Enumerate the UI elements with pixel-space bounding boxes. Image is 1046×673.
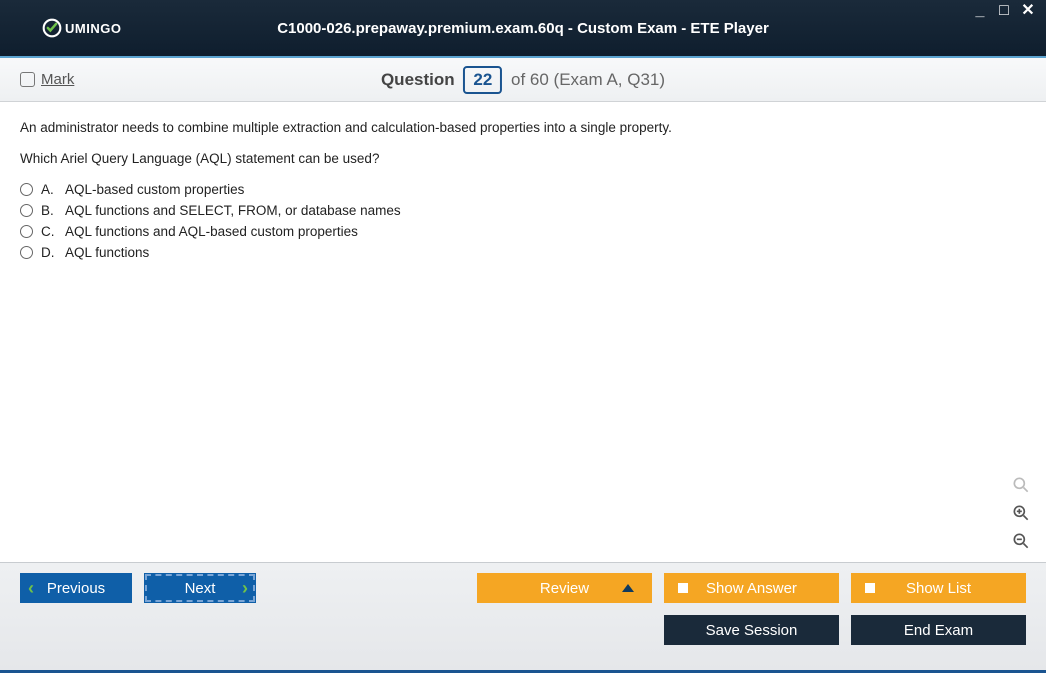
next-label: Next xyxy=(185,580,216,597)
question-text-line2: Which Ariel Query Language (AQL) stateme… xyxy=(20,151,1026,166)
answer-option[interactable]: C. AQL functions and AQL-based custom pr… xyxy=(20,224,1026,239)
show-answer-button[interactable]: Show Answer xyxy=(664,573,839,603)
answer-option[interactable]: A. AQL-based custom properties xyxy=(20,182,1026,197)
answer-option[interactable]: B. AQL functions and SELECT, FROM, or da… xyxy=(20,203,1026,218)
radio-icon[interactable] xyxy=(20,246,33,259)
mark-checkbox[interactable] xyxy=(20,72,35,87)
answer-text: AQL-based custom properties xyxy=(65,182,244,197)
question-text-line1: An administrator needs to combine multip… xyxy=(20,120,1026,135)
checkmark-icon xyxy=(42,18,62,38)
previous-button[interactable]: ‹ Previous xyxy=(20,573,132,603)
mark-label[interactable]: Mark xyxy=(41,71,74,88)
next-button[interactable]: Next › xyxy=(144,573,256,603)
answer-text: AQL functions xyxy=(65,245,149,260)
radio-icon[interactable] xyxy=(20,225,33,238)
review-button[interactable]: Review xyxy=(477,573,652,603)
answer-letter: D. xyxy=(41,245,59,260)
save-session-button[interactable]: Save Session xyxy=(664,615,839,645)
answer-letter: A. xyxy=(41,182,59,197)
zoom-out-icon[interactable] xyxy=(1010,530,1032,552)
question-number: 22 xyxy=(463,66,502,94)
answer-letter: C. xyxy=(41,224,59,239)
end-exam-button[interactable]: End Exam xyxy=(851,615,1026,645)
chevron-right-icon: › xyxy=(242,578,248,599)
question-word: Question xyxy=(381,70,455,89)
zoom-in-icon[interactable] xyxy=(1010,502,1032,524)
app-logo: UMINGO xyxy=(42,18,121,38)
show-answer-label: Show Answer xyxy=(706,580,797,597)
search-icon[interactable] xyxy=(1010,474,1032,496)
minimize-icon[interactable]: _ xyxy=(972,4,988,18)
square-icon xyxy=(865,583,875,593)
question-total: of 60 (Exam A, Q31) xyxy=(511,70,665,89)
square-icon xyxy=(678,583,688,593)
save-session-label: Save Session xyxy=(706,622,798,639)
show-list-button[interactable]: Show List xyxy=(851,573,1026,603)
window-title: C1000-026.prepaway.premium.exam.60q - Cu… xyxy=(277,20,769,37)
radio-icon[interactable] xyxy=(20,204,33,217)
radio-icon[interactable] xyxy=(20,183,33,196)
answer-letter: B. xyxy=(41,203,59,218)
question-counter: Question 22 of 60 (Exam A, Q31) xyxy=(381,66,665,94)
answer-option[interactable]: D. AQL functions xyxy=(20,245,1026,260)
close-icon[interactable]: ✕ xyxy=(1020,4,1036,18)
review-label: Review xyxy=(540,580,589,597)
answer-text: AQL functions and SELECT, FROM, or datab… xyxy=(65,203,401,218)
end-exam-label: End Exam xyxy=(904,622,973,639)
answer-text: AQL functions and AQL-based custom prope… xyxy=(65,224,358,239)
brand-text: UMINGO xyxy=(65,21,121,36)
maximize-icon[interactable]: □ xyxy=(996,4,1012,18)
triangle-up-icon xyxy=(622,584,634,592)
show-list-label: Show List xyxy=(906,580,971,597)
previous-label: Previous xyxy=(47,580,105,597)
chevron-left-icon: ‹ xyxy=(28,578,34,599)
